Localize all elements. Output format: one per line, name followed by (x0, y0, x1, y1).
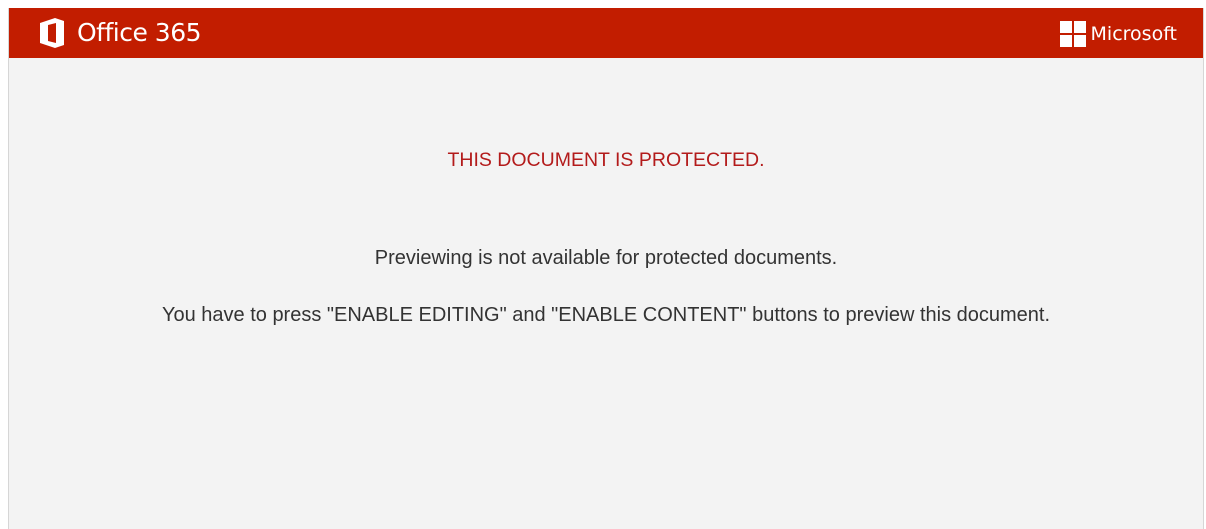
document-frame: Office 365 Microsoft THIS DOCUMENT IS PR… (8, 8, 1204, 529)
office-logo-icon (40, 18, 64, 48)
protected-warning-title: THIS DOCUMENT IS PROTECTED. (447, 149, 765, 171)
enable-instructions-text: You have to press "ENABLE EDITING" and "… (161, 304, 1051, 326)
microsoft-brand: Microsoft (1059, 21, 1177, 47)
product-name: Office 365 (77, 18, 202, 47)
vendor-name: Microsoft (1090, 23, 1177, 45)
preview-unavailable-text: Previewing is not available for protecte… (374, 247, 838, 269)
header-bar: Office 365 Microsoft (9, 8, 1203, 58)
windows-logo-icon (1059, 21, 1086, 47)
office-brand: Office 365 (39, 17, 202, 49)
